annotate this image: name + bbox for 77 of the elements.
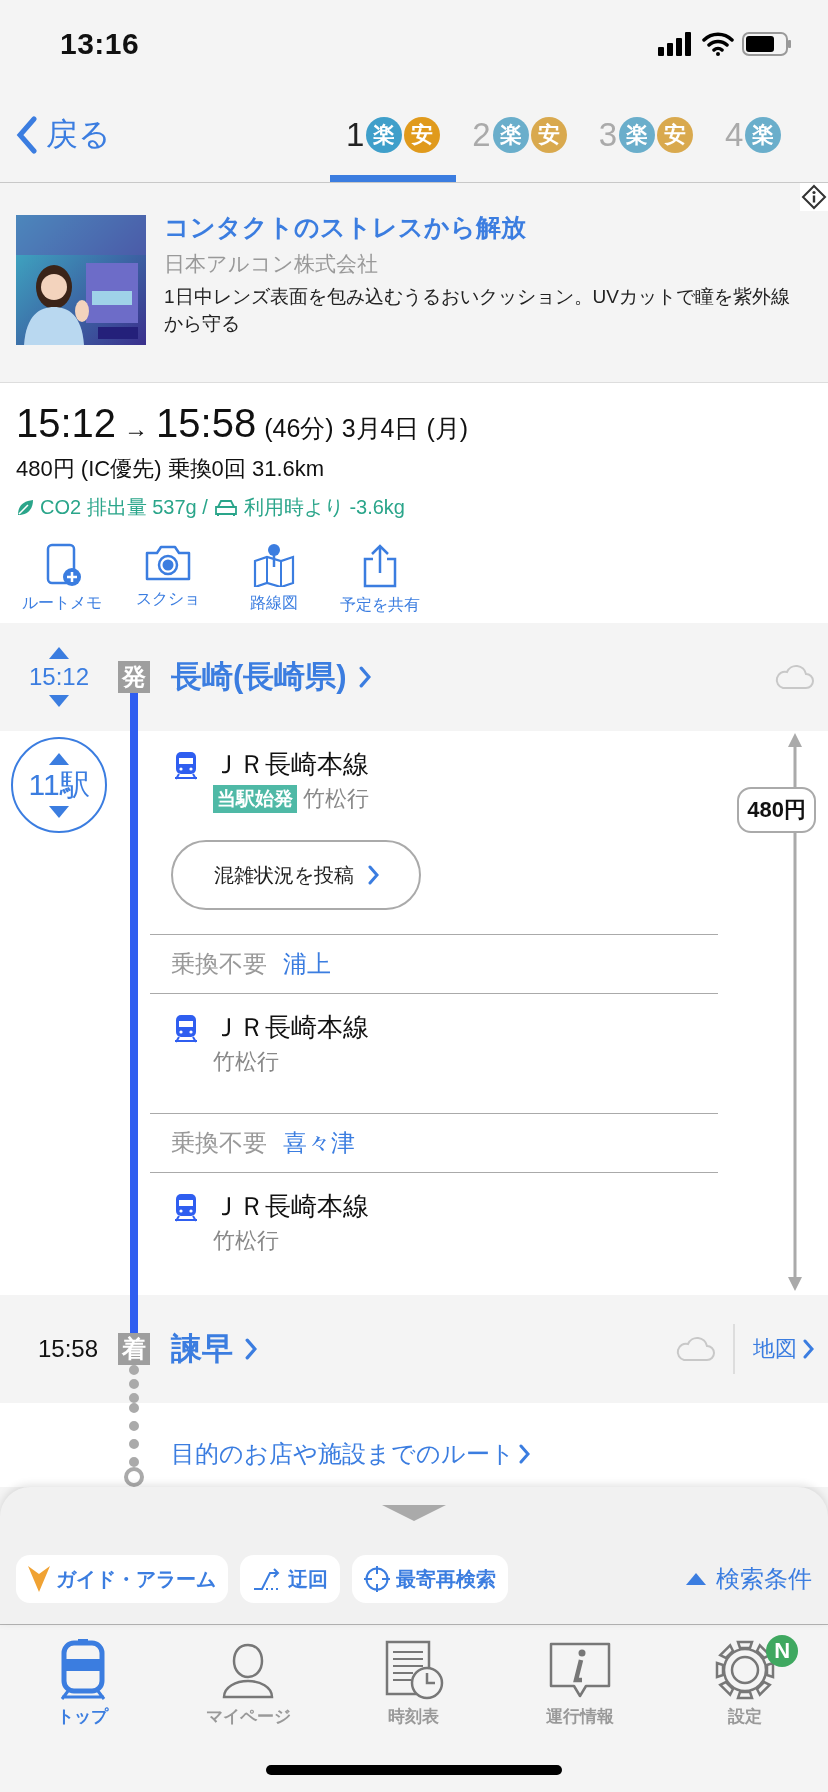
gear-icon: [714, 1639, 777, 1701]
departure-time[interactable]: 15:12: [28, 663, 90, 691]
station-name[interactable]: 喜々津: [283, 1127, 355, 1159]
route-tab[interactable]: 4 楽: [709, 88, 798, 182]
arrival-time: 15:58: [37, 1335, 98, 1363]
date-text: 3月4日 (月): [341, 413, 469, 444]
map-pin-icon: [252, 543, 296, 587]
toolbar-button[interactable]: ガイド・アラーム: [16, 1555, 228, 1603]
route-tab[interactable]: 2 楽 安: [456, 88, 583, 182]
train-destination: 竹松行: [303, 785, 369, 813]
back-button[interactable]: 戻る: [0, 88, 330, 182]
share-icon: [362, 543, 398, 589]
camera-icon: [144, 543, 192, 583]
crosshair-icon: [364, 1566, 390, 1592]
line-name: ＪＲ長崎本線: [213, 1190, 369, 1223]
no-transfer-label: 乗換不要: [171, 1128, 267, 1158]
chevron-icon: [358, 666, 371, 688]
tab-bar-item[interactable]: 運行情報: [496, 1625, 663, 1737]
ad-title[interactable]: コンタクトのストレスから解放: [164, 211, 806, 244]
arrival-station[interactable]: 諫早: [171, 1328, 233, 1370]
arrival-time: 15:58: [156, 401, 257, 446]
route-action-button[interactable]: 予定を共有: [312, 543, 448, 616]
info-icon[interactable]: [800, 183, 828, 211]
advertiser-name: 日本アルコン株式会社: [164, 251, 379, 277]
line-name: ＪＲ長崎本線: [213, 748, 369, 781]
duration-text: (46分): [264, 413, 334, 444]
wifi-icon: [702, 32, 734, 56]
sheet-handle-icon[interactable]: [382, 1505, 446, 1521]
detour-icon: [252, 1567, 282, 1591]
map-link[interactable]: 地図: [733, 1324, 814, 1374]
co2-emission: CO2 排出量 537g /: [40, 495, 208, 520]
route-tab[interactable]: 1 楽 安: [330, 88, 457, 182]
train-destination: 竹松行: [213, 1227, 279, 1255]
down-triangle-icon: [49, 695, 69, 707]
arrival-badge: 着: [118, 1333, 150, 1365]
signal-icon: [658, 32, 694, 56]
leaf-icon: [16, 498, 34, 517]
train-destination: 竹松行: [213, 1048, 279, 1076]
departure-station[interactable]: 長崎(長崎県): [171, 656, 347, 698]
chevron-icon: [519, 1444, 530, 1464]
no-transfer-label: 乗換不要: [171, 949, 267, 979]
chevron-icon: [245, 1338, 258, 1360]
chevron-icon: [367, 865, 379, 885]
cloud-icon: [774, 664, 814, 690]
station-name[interactable]: 浦上: [283, 948, 331, 980]
toolbar-button[interactable]: 迂回: [240, 1555, 340, 1603]
tab-bar-item[interactable]: マイページ: [165, 1625, 332, 1737]
chevron-down-icon: [28, 1566, 50, 1592]
chevron-icon: [803, 1339, 814, 1359]
up-triangle-icon: [49, 647, 69, 659]
battery-icon: [742, 32, 792, 56]
fare-label: 480円: [737, 787, 816, 833]
toolbar-button[interactable]: 最寄再検索: [352, 1555, 508, 1603]
line-name: ＪＲ長崎本線: [213, 1011, 369, 1044]
timetable-icon: [383, 1639, 445, 1701]
new-badge: N: [766, 1635, 799, 1667]
up-triangle-icon: [686, 1573, 706, 1585]
up-triangle-icon: [49, 752, 69, 765]
route-tab[interactable]: 3 楽 安: [582, 88, 710, 182]
fare-summary: 480円 (IC優先) 乗換0回 31.6km: [16, 455, 326, 483]
down-triangle-icon: [49, 805, 69, 818]
car-icon: [213, 498, 238, 517]
tab-bar-item[interactable]: N 設定: [662, 1625, 828, 1737]
departure-time: 15:12: [16, 401, 117, 446]
car-comparison: 利用時より -3.6kg: [243, 495, 405, 520]
tab-bar-item[interactable]: 時刻表: [331, 1625, 497, 1737]
back-chevron-icon: [16, 116, 38, 154]
tab-bar-item[interactable]: トップ: [0, 1625, 166, 1737]
congestion-report-button[interactable]: 混雑状況を投稿: [171, 840, 421, 910]
arrow-text: →: [124, 415, 149, 443]
origin-tag: 当駅始発: [213, 785, 297, 813]
ad-description: 1日中レンズ表面を包み込むうるおいクッション。UVカットで瞳を紫外線から守る: [164, 285, 791, 336]
departure-badge: 発: [118, 661, 150, 693]
stops-toggle-button[interactable]: 11駅: [11, 737, 107, 833]
search-conditions-button[interactable]: 検索条件: [686, 1563, 812, 1595]
clock-time: 13:16: [60, 27, 140, 61]
cloud-icon: [675, 1336, 715, 1362]
